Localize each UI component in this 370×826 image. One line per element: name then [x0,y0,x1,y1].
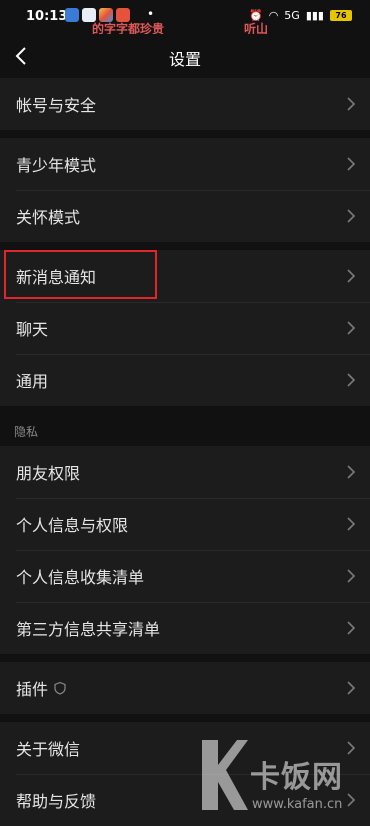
item-label: 关怀模式 [16,208,81,227]
network-label: 5G [284,9,300,22]
item-label: 聊天 [16,320,49,339]
item-label: 通用 [16,372,49,391]
item-label: 第三方信息共享清单 [16,620,161,639]
kafan-logo-icon [202,740,248,810]
settings-item-teen-mode[interactable]: 青少年模式 [0,138,370,190]
watermark-brand: 卡饭网 [250,760,343,795]
chevron-right-icon [347,621,356,635]
item-label: 青少年模式 [16,156,97,175]
settings-item-care-mode[interactable]: 关怀模式 [0,190,370,242]
chevron-right-icon [347,373,356,387]
chevron-right-icon [347,681,356,695]
chevron-right-icon [347,269,356,283]
settings-item-third-party-sharing[interactable]: 第三方信息共享清单 [0,602,370,654]
watermark-url: www.kafan.cn [252,797,343,812]
item-label: 帮助与反馈 [16,792,97,811]
chevron-right-icon [347,569,356,583]
item-label: 插件 [16,680,49,699]
settings-item-account-security[interactable]: 帐号与安全 [0,78,370,130]
alarm-icon: ⏰ [248,9,263,22]
battery-icon: 76 [330,10,352,21]
settings-item-chat[interactable]: 聊天 [0,302,370,354]
nav-bar: 设置 [0,34,370,78]
page-title: 设置 [168,50,201,69]
signal-icon: ▮▮▮ [305,9,324,22]
group-account: 帐号与安全 [0,78,370,130]
item-label: 个人信息收集清单 [16,568,145,587]
app-icon-blue [65,8,79,22]
chevron-right-icon [347,517,356,531]
wifi-icon: ◠ [268,9,279,22]
item-label: 个人信息与权限 [16,516,129,535]
item-label: 帐号与安全 [16,96,97,115]
item-label: 朋友权限 [16,464,81,483]
settings-item-general[interactable]: 通用 [0,354,370,406]
group-privacy: 朋友权限 个人信息与权限 个人信息收集清单 第三方信息共享清单 [0,446,370,654]
settings-item-personal-info-collection[interactable]: 个人信息收集清单 [0,550,370,602]
chevron-right-icon [347,157,356,171]
item-label: 关于微信 [16,740,81,759]
highlight-box [4,250,157,299]
settings-item-friend-permissions[interactable]: 朋友权限 [0,446,370,498]
group-plugins: 插件 [0,662,370,714]
status-time: 10:13 [26,9,68,24]
chevron-right-icon [347,741,356,755]
status-right: ⏰ ◠ 5G ▮▮▮ 76 [249,9,352,22]
chevron-right-icon [347,97,356,111]
shield-icon [54,681,66,695]
chevron-right-icon [347,321,356,335]
chevron-right-icon [347,793,356,807]
status-bar: 10:13 • 的字字都珍贵 听山 ⏰ ◠ 5G ▮▮▮ 76 [0,0,370,36]
status-dot: • [147,7,155,21]
group-modes: 青少年模式 关怀模式 [0,138,370,242]
settings-item-personal-info-permissions[interactable]: 个人信息与权限 [0,498,370,550]
chevron-right-icon [347,465,356,479]
chevron-right-icon [347,209,356,223]
settings-item-plugins[interactable]: 插件 [0,662,370,714]
section-label-privacy: 隐私 [14,425,39,439]
